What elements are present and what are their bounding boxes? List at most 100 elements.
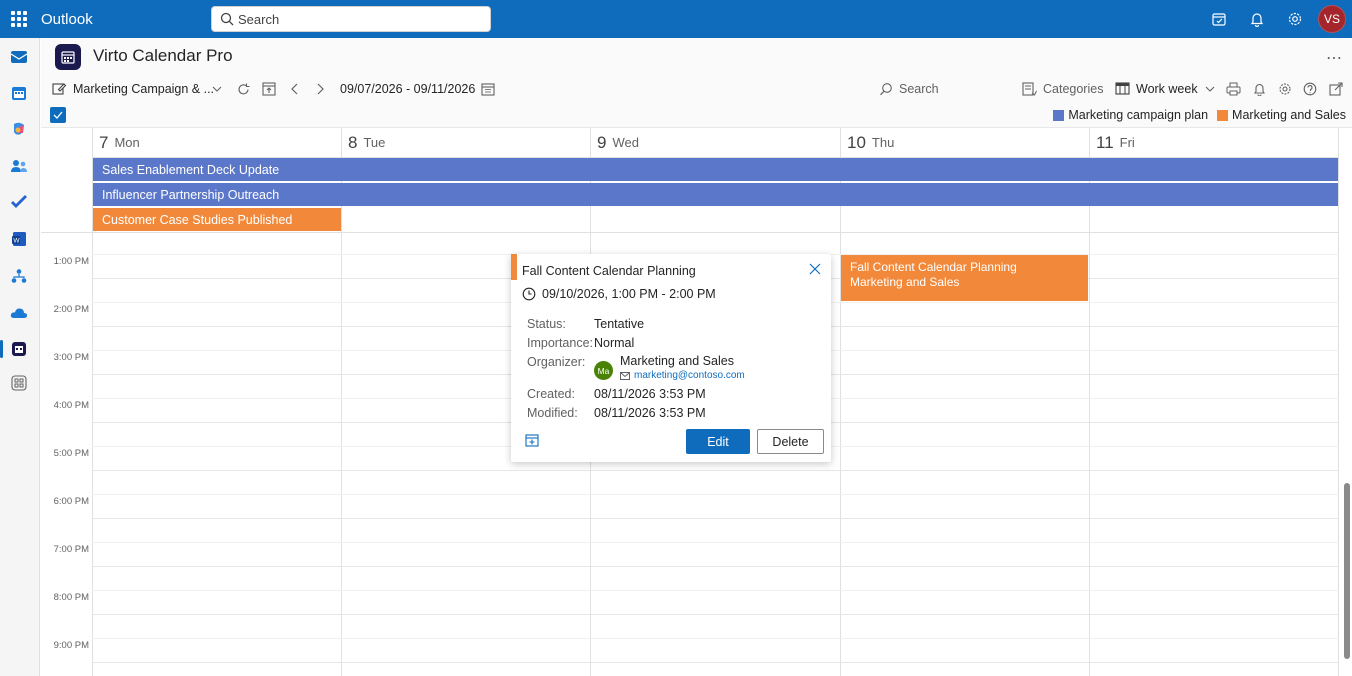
word-icon[interactable]: W [8, 228, 30, 250]
allday-event-sales-enablement[interactable]: Sales Enablement Deck Update [93, 158, 1338, 181]
delete-button[interactable]: Delete [757, 429, 824, 454]
view-selector[interactable]: Work week [1115, 76, 1216, 102]
search-icon [880, 83, 892, 96]
modified-row: Modified: 08/11/2026 3:53 PM [527, 406, 706, 420]
notifications-bell-icon[interactable] [1238, 0, 1276, 38]
day-header-tue[interactable]: 8 Tue [341, 128, 590, 158]
filter-bar: Marketing campaign plan Marketing and Sa… [41, 102, 1352, 128]
day-number: 7 [99, 132, 109, 152]
day-header-mon[interactable]: 7 Mon [92, 128, 341, 158]
modified-value: 08/11/2026 3:53 PM [594, 406, 706, 420]
print-icon[interactable] [1226, 76, 1241, 102]
user-avatar[interactable]: VS [1318, 5, 1346, 33]
edit-calendar-icon [52, 83, 67, 95]
onedrive-icon[interactable] [8, 302, 30, 324]
grid-line [92, 542, 1339, 543]
created-row: Created: 08/11/2026 3:53 PM [527, 387, 706, 401]
calendar-legend: Marketing campaign plan Marketing and Sa… [1044, 108, 1346, 122]
importance-row: Importance: Normal [527, 336, 634, 350]
column-divider [840, 158, 841, 676]
reminder-bell-icon[interactable] [1253, 76, 1266, 102]
global-search-input[interactable]: Search [211, 6, 491, 32]
legend-item-marketing-sales[interactable]: Marketing and Sales [1217, 108, 1346, 122]
grid-line [92, 494, 1339, 495]
time-label: 8:00 PM [53, 592, 89, 603]
time-label: 9:00 PM [53, 640, 89, 651]
more-apps-icon[interactable] [8, 372, 30, 394]
refresh-icon[interactable] [236, 76, 251, 102]
previous-week-icon[interactable] [290, 76, 300, 102]
org-explorer-icon[interactable] [8, 265, 30, 287]
outlook-brand[interactable]: Outlook [41, 11, 93, 28]
date-range[interactable]: 09/07/2026 - 09/11/2026 [340, 76, 495, 102]
app-header: Virto Calendar Pro ⋯ [41, 38, 1352, 76]
day-header-thu[interactable]: 10 Thu [840, 128, 1089, 158]
organizer-label: Organizer: [527, 355, 586, 369]
time-label: 3:00 PM [53, 352, 89, 363]
calendar-search[interactable]: Search [879, 76, 939, 102]
close-icon[interactable] [809, 263, 821, 278]
day-number: 11 [1096, 132, 1114, 152]
popup-title: Fall Content Calendar Planning [522, 264, 696, 278]
event-details-popup: Fall Content Calendar Planning 09/10/202… [511, 254, 831, 462]
my-day-icon[interactable] [1200, 0, 1238, 38]
app-launcher-icon[interactable] [11, 11, 27, 27]
grid-line [92, 614, 1339, 615]
day-header-fri[interactable]: 11 Fri [1089, 128, 1339, 158]
svg-text:W: W [13, 238, 20, 245]
more-options-icon[interactable]: ⋯ [1326, 48, 1342, 68]
time-label: 7:00 PM [53, 544, 89, 555]
grid-line [92, 566, 1339, 567]
app-rail: W [0, 38, 40, 676]
grid-line [92, 662, 1339, 663]
help-icon[interactable] [1303, 76, 1317, 102]
legend-item-campaign-plan[interactable]: Marketing campaign plan [1053, 108, 1208, 122]
allday-event-influencer-outreach[interactable]: Influencer Partnership Outreach [93, 183, 1338, 206]
allday-event-case-studies[interactable]: Customer Case Studies Published [93, 208, 341, 231]
popup-datetime-text: 09/10/2026, 1:00 PM - 2:00 PM [542, 287, 716, 301]
column-divider [341, 158, 342, 676]
next-week-icon[interactable] [315, 76, 325, 102]
calendar-icon[interactable] [8, 82, 30, 104]
todo-icon[interactable] [8, 191, 30, 213]
event-title: Fall Content Calendar Planning [850, 260, 1017, 274]
mail-icon [620, 371, 630, 380]
modified-label: Modified: [527, 406, 578, 420]
categories-button[interactable]: Categories [1022, 76, 1103, 102]
calendar-dropdown-icon[interactable] [211, 76, 223, 102]
status-value: Tentative [594, 317, 645, 331]
time-label: 6:00 PM [53, 496, 89, 507]
organizer-email-link[interactable]: marketing@contoso.com [620, 370, 745, 381]
time-label: 5:00 PM [53, 448, 89, 459]
people-icon[interactable] [8, 155, 30, 177]
work-week-icon [1115, 82, 1130, 95]
column-divider [1338, 128, 1339, 676]
settings-gear-icon[interactable] [1278, 76, 1292, 102]
copilot-icon[interactable] [8, 118, 30, 140]
vertical-scrollbar[interactable] [1344, 483, 1350, 659]
popup-datetime: 09/10/2026, 1:00 PM - 2:00 PM [522, 287, 716, 301]
importance-label: Importance: [527, 336, 594, 350]
categories-label: Categories [1043, 82, 1104, 96]
day-header-wed[interactable]: 9 Wed [590, 128, 840, 158]
event-fall-content-planning[interactable]: Fall Content Calendar Planning Marketing… [841, 255, 1088, 301]
importance-value: Normal [594, 336, 635, 350]
day-name: Tue [363, 135, 386, 150]
date-range-text: 09/07/2026 - 09/11/2026 [340, 82, 476, 96]
virto-calendar-icon[interactable] [8, 338, 30, 360]
organizer-name: Marketing and Sales [620, 354, 734, 368]
organizer-email: marketing@contoso.com [634, 370, 745, 381]
add-to-calendar-icon[interactable] [525, 434, 539, 450]
day-name: Thu [871, 135, 895, 150]
calendar-selector[interactable]: Marketing Campaign & ... [52, 76, 214, 102]
select-all-checkbox[interactable] [50, 107, 66, 123]
status-row: Status: Tentative [527, 317, 644, 331]
edit-button[interactable]: Edit [686, 429, 750, 454]
organizer-avatar: Ma [594, 361, 613, 380]
grid-line [92, 638, 1339, 639]
open-in-new-window-icon[interactable] [1329, 76, 1343, 102]
today-icon[interactable] [262, 76, 276, 102]
mail-icon[interactable] [8, 46, 30, 68]
settings-gear-icon[interactable] [1276, 0, 1314, 38]
date-picker-icon[interactable] [481, 82, 495, 96]
